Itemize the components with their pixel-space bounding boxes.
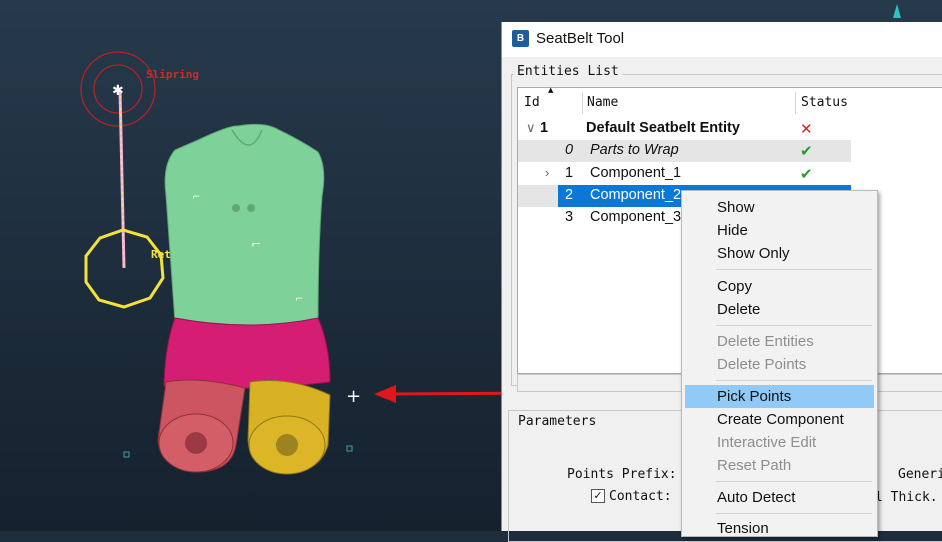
- menu-item-label: Reset Path: [717, 457, 792, 474]
- menu-item-label: Tension: [717, 520, 769, 537]
- retractor-label: Ret: [151, 248, 171, 261]
- column-header-id[interactable]: Id: [524, 88, 540, 118]
- thickness-label: l Thick.: [875, 490, 938, 505]
- row-name: Component_2: [590, 187, 682, 203]
- menu-item-create-component[interactable]: Create Component: [682, 408, 877, 431]
- menu-item-show[interactable]: Show: [682, 196, 877, 219]
- dummy-pelvis[interactable]: [163, 317, 331, 389]
- tree-row[interactable]: 0 Parts to Wrap ✔: [518, 140, 942, 162]
- pick-crosshair-icon: +: [346, 386, 361, 407]
- status-error-icon: ✕: [800, 121, 813, 138]
- menu-item-label: Show: [717, 199, 755, 216]
- row-name: Component_1: [590, 165, 682, 181]
- status-ok-icon: ✔: [800, 166, 813, 183]
- app-logo-icon: B: [512, 30, 529, 47]
- menu-item-label: Delete Entities: [717, 333, 814, 350]
- contact-label: Contact:: [609, 489, 672, 504]
- collapse-chevron-icon[interactable]: ∨: [526, 120, 536, 136]
- sort-ascending-icon: ▲: [548, 86, 554, 94]
- menu-item-copy[interactable]: Copy: [682, 275, 877, 298]
- slipring-anchor-icon[interactable]: ✱: [112, 83, 124, 99]
- menu-item-label: Auto Detect: [717, 489, 796, 506]
- svg-text:⌐: ⌐: [295, 294, 303, 305]
- row-name: Parts to Wrap: [590, 142, 679, 158]
- window-titlebar[interactable]: B SeatBelt Tool: [502, 22, 942, 57]
- menu-item-reset-path[interactable]: Reset Path: [682, 454, 877, 477]
- menu-item-label: Create Component: [717, 411, 844, 428]
- window-title: SeatBelt Tool: [536, 30, 625, 47]
- status-ok-icon: ✔: [800, 143, 813, 160]
- menu-item-label: Delete: [717, 301, 761, 318]
- tree-row[interactable]: › 1 Component_1 ✔: [518, 163, 942, 185]
- row-id: 0: [565, 142, 574, 158]
- expand-chevron-icon[interactable]: ›: [545, 165, 549, 180]
- row-id: 3: [565, 209, 574, 225]
- row-id: 1: [565, 165, 574, 181]
- row-name: Default Seatbelt Entity: [586, 120, 740, 136]
- column-header-name[interactable]: Name: [587, 88, 618, 118]
- entities-list-title: Entities List: [514, 64, 622, 79]
- menu-item-show-only[interactable]: Show Only: [682, 242, 877, 265]
- parameters-title: Parameters: [515, 414, 600, 429]
- contact-checkbox[interactable]: ✓: [591, 489, 605, 503]
- column-header-status[interactable]: Status: [801, 88, 848, 118]
- menu-item-interactive-edit[interactable]: Interactive Edit: [682, 431, 877, 454]
- menu-item-hide[interactable]: Hide: [682, 219, 877, 242]
- svg-text:⌐: ⌐: [192, 192, 200, 203]
- row-id: 2: [565, 187, 574, 203]
- tree-row[interactable]: ∨ 1 Default Seatbelt Entity ✕: [518, 118, 942, 140]
- menu-item-label: Copy: [717, 278, 753, 295]
- menu-item-label: Delete Points: [717, 356, 807, 373]
- points-prefix-label: Points Prefix:: [567, 467, 677, 482]
- row-id: 1: [540, 120, 549, 136]
- menu-item-auto-detect[interactable]: Auto Detect: [682, 486, 877, 509]
- menu-item-label: Show Only: [717, 245, 790, 262]
- menu-item-delete-points[interactable]: Delete Points: [682, 353, 877, 376]
- slipring-label: Slipring: [146, 68, 199, 81]
- menu-item-label: Hide: [717, 222, 748, 239]
- menu-item-pick-points[interactable]: Pick Points: [685, 385, 874, 408]
- menu-item-tension[interactable]: Tension: [682, 517, 877, 540]
- annotation-arrow-head: [374, 385, 396, 403]
- row-name: Component_3: [590, 209, 682, 225]
- svg-text:⌐: ⌐: [251, 237, 261, 251]
- context-menu: Show Hide Show Only Copy Delete Delete E…: [681, 190, 878, 537]
- menu-item-delete[interactable]: Delete: [682, 298, 877, 321]
- menu-item-label: Interactive Edit: [717, 434, 817, 451]
- generic-label: Generi: [898, 467, 942, 482]
- menu-item-delete-entities[interactable]: Delete Entities: [682, 330, 877, 353]
- menu-item-label: Pick Points: [717, 388, 792, 405]
